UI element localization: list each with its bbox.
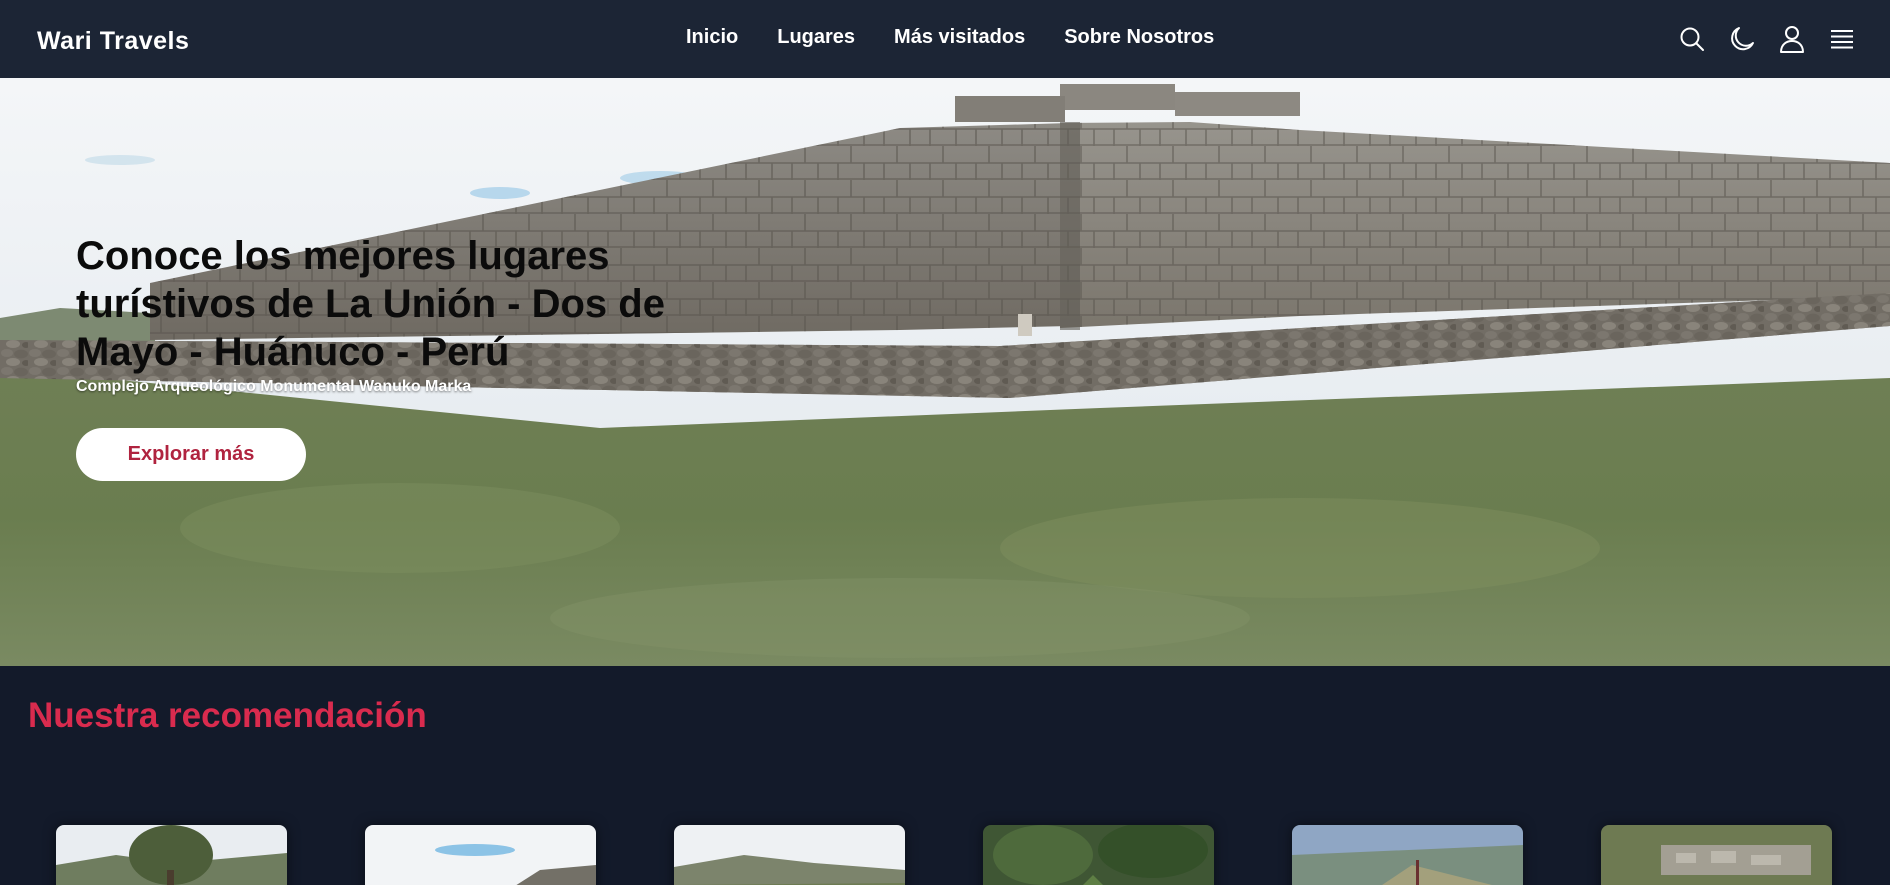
logo[interactable]: Wari Travels	[37, 27, 189, 56]
section-title: Nuestra recomendación	[28, 696, 427, 735]
place-card-image	[674, 825, 905, 885]
place-card-image	[983, 825, 1214, 885]
menu-icon[interactable]	[1829, 22, 1855, 56]
explore-more-button[interactable]: Explorar más	[76, 428, 306, 481]
recommendation-cards	[56, 825, 1832, 885]
place-card[interactable]	[365, 825, 596, 885]
navbar: Wari Travels Inicio Lugares Más visitado…	[0, 0, 1890, 78]
place-card[interactable]	[983, 825, 1214, 885]
place-card-image	[365, 825, 596, 885]
user-icon[interactable]	[1779, 22, 1805, 56]
nav-link-sobre-nosotros[interactable]: Sobre Nosotros	[1064, 26, 1214, 49]
main-nav: Inicio Lugares Más visitados Sobre Nosot…	[686, 26, 1214, 49]
recommendation-section: Nuestra recomendación	[0, 666, 1890, 885]
search-icon[interactable]	[1679, 22, 1705, 56]
place-card-image	[1601, 825, 1832, 885]
nav-icons	[1679, 22, 1855, 56]
hero-subtitle: Complejo Arqueológico Monumental Wanuko …	[76, 378, 472, 395]
place-card[interactable]	[1601, 825, 1832, 885]
place-card-image	[1292, 825, 1523, 885]
hero-title: Conoce los mejores lugares turístivos de…	[76, 234, 665, 374]
place-card[interactable]	[56, 825, 287, 885]
place-card[interactable]	[674, 825, 905, 885]
nav-link-lugares[interactable]: Lugares	[777, 26, 855, 49]
nav-link-mas-visitados[interactable]: Más visitados	[894, 26, 1025, 49]
hero-banner: Conoce los mejores lugares turístivos de…	[0, 78, 1890, 666]
place-card-image	[56, 825, 287, 885]
place-card[interactable]	[1292, 825, 1523, 885]
nav-link-inicio[interactable]: Inicio	[686, 26, 738, 49]
moon-icon[interactable]	[1729, 22, 1755, 56]
